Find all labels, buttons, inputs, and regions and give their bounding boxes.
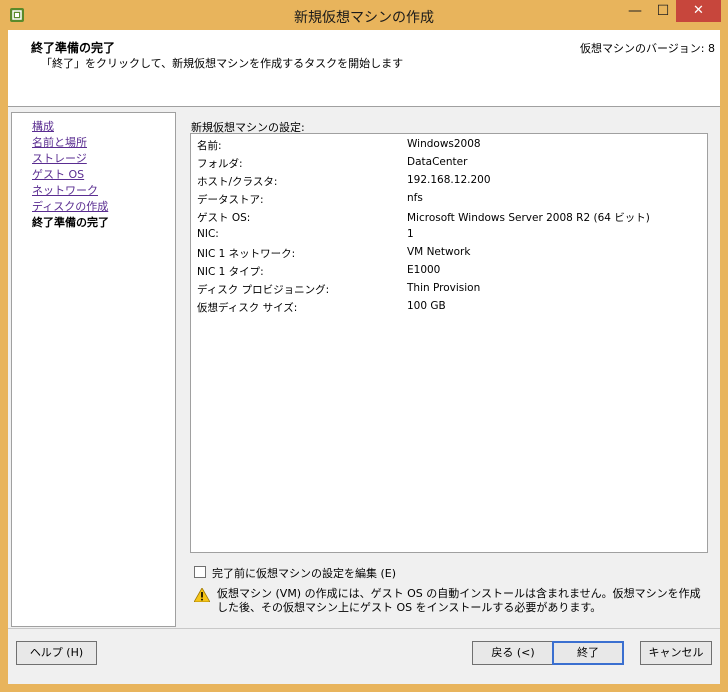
settings-row: NIC 1 ネットワーク: VM Network (197, 246, 697, 262)
settings-key: ディスク プロビジョニング: (197, 284, 330, 296)
settings-list: 名前: Windows2008 フォルダ: DataCenter ホスト/クラスタ:… (190, 133, 708, 553)
wizard-window: 新規仮想マシンの作成 — ☐ ✕ 終了準備の完了 「終了」をクリックして、新規仮… (0, 0, 728, 692)
settings-key: ゲスト OS: (197, 212, 251, 224)
edit-settings-label[interactable]: 完了前に仮想マシンの設定を編集 (E) (212, 565, 396, 581)
wizard-client: 終了準備の完了 「終了」をクリックして、新規仮想マシンを作成するタスクを開始しま… (8, 30, 720, 684)
settings-key: ホスト/クラスタ: (197, 176, 278, 188)
nav-step-name-location[interactable]: 名前と場所 (32, 134, 87, 150)
footer-divider (8, 628, 720, 629)
nav-step-network[interactable]: ネットワーク (32, 182, 98, 198)
minimize-icon[interactable]: — (622, 0, 648, 22)
settings-value: 100 GB (407, 300, 446, 312)
page-subtitle: 「終了」をクリックして、新規仮想マシンを作成するタスクを開始します (41, 57, 404, 70)
settings-value: nfs (407, 192, 423, 204)
settings-value: 192.168.12.200 (407, 174, 491, 186)
settings-value: VM Network (407, 246, 471, 258)
settings-row: ホスト/クラスタ: 192.168.12.200 (197, 174, 697, 190)
maximize-icon[interactable]: ☐ (650, 0, 676, 22)
wizard-header: 終了準備の完了 「終了」をクリックして、新規仮想マシンを作成するタスクを開始しま… (8, 30, 720, 107)
settings-key: NIC 1 ネットワーク: (197, 248, 296, 260)
settings-value: DataCenter (407, 156, 468, 168)
settings-row: ディスク プロビジョニング: Thin Provision (197, 282, 697, 298)
cancel-button[interactable]: キャンセル (640, 641, 712, 665)
settings-row: NIC: 1 (197, 228, 697, 244)
nav-step-create-disk[interactable]: ディスクの作成 (32, 198, 108, 214)
settings-row: 名前: Windows2008 (197, 138, 697, 154)
settings-value: Thin Provision (407, 282, 481, 294)
settings-value: Windows2008 (407, 138, 481, 150)
wizard-steps-nav: 構成 名前と場所 ストレージ ゲスト OS ネットワーク ディスクの作成 終了準… (11, 112, 176, 627)
settings-row: データストア: nfs (197, 192, 697, 208)
nav-step-config[interactable]: 構成 (32, 118, 54, 134)
settings-row: フォルダ: DataCenter (197, 156, 697, 172)
warning-icon (194, 588, 210, 602)
settings-value: Microsoft Windows Server 2008 R2 (64 ビット… (407, 212, 650, 224)
help-button[interactable]: ヘルプ (H) (16, 641, 97, 665)
close-icon[interactable]: ✕ (676, 0, 721, 22)
settings-row: 仮想ディスク サイズ: 100 GB (197, 300, 697, 316)
edit-settings-checkbox[interactable] (194, 566, 206, 578)
settings-value: 1 (407, 228, 414, 240)
page-title: 終了準備の完了 (31, 41, 116, 55)
settings-key: NIC: (197, 228, 219, 240)
settings-value: E1000 (407, 264, 441, 276)
settings-key: データストア: (197, 194, 264, 206)
vm-version: 仮想マシンのバージョン: 8 (580, 42, 715, 55)
nav-step-ready-to-complete: 終了準備の完了 (32, 216, 109, 229)
settings-key: フォルダ: (197, 158, 243, 170)
settings-key: NIC 1 タイプ: (197, 266, 264, 278)
settings-row: ゲスト OS: Microsoft Windows Server 2008 R2 … (197, 210, 697, 226)
window-title: 新規仮想マシンの作成 (294, 10, 434, 26)
warning-message: 仮想マシン (VM) の作成には、ゲスト OS の自動インストールは含まれません… (217, 587, 701, 614)
nav-step-storage[interactable]: ストレージ (32, 150, 87, 166)
settings-key: 名前: (197, 140, 222, 152)
title-bar[interactable]: 新規仮想マシンの作成 — ☐ ✕ (0, 0, 728, 30)
finish-button[interactable]: 終了 (552, 641, 624, 665)
settings-row: NIC 1 タイプ: E1000 (197, 264, 697, 280)
nav-step-guest-os[interactable]: ゲスト OS (32, 166, 84, 182)
settings-key: 仮想ディスク サイズ: (197, 302, 298, 314)
back-button[interactable]: 戻る (<) (472, 641, 554, 665)
